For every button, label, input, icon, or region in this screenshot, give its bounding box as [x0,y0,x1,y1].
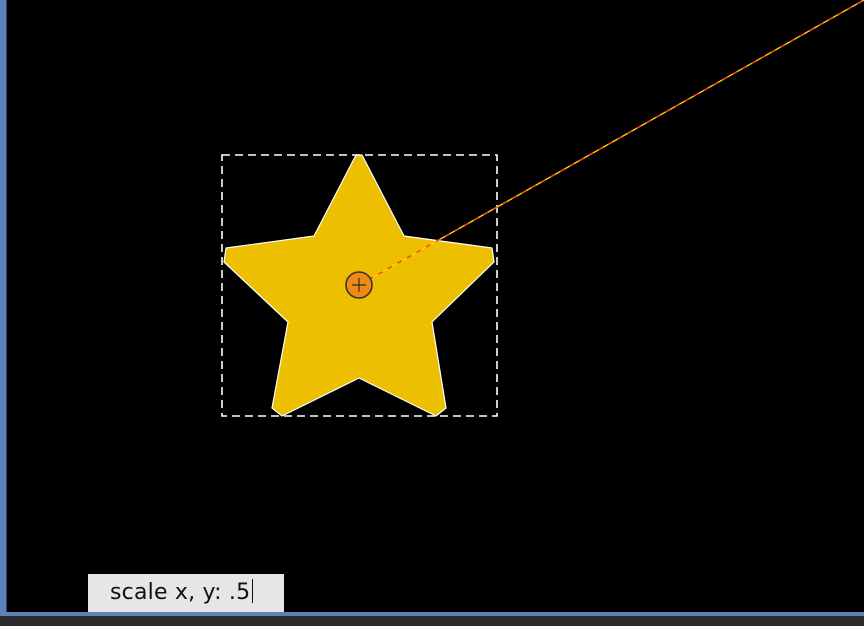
command-input-text: scale x, y: .5 [110,580,251,605]
command-input[interactable]: scale x, y: .5 [88,574,284,612]
text-caret [252,579,254,603]
canvas-svg [221,0,864,417]
app-viewport: scale x, y: .5 [0,0,864,626]
canvas-stage [6,0,864,612]
status-strip [0,616,864,626]
drawing-canvas[interactable] [0,0,864,616]
pivot-crosshair-icon[interactable] [345,271,373,299]
